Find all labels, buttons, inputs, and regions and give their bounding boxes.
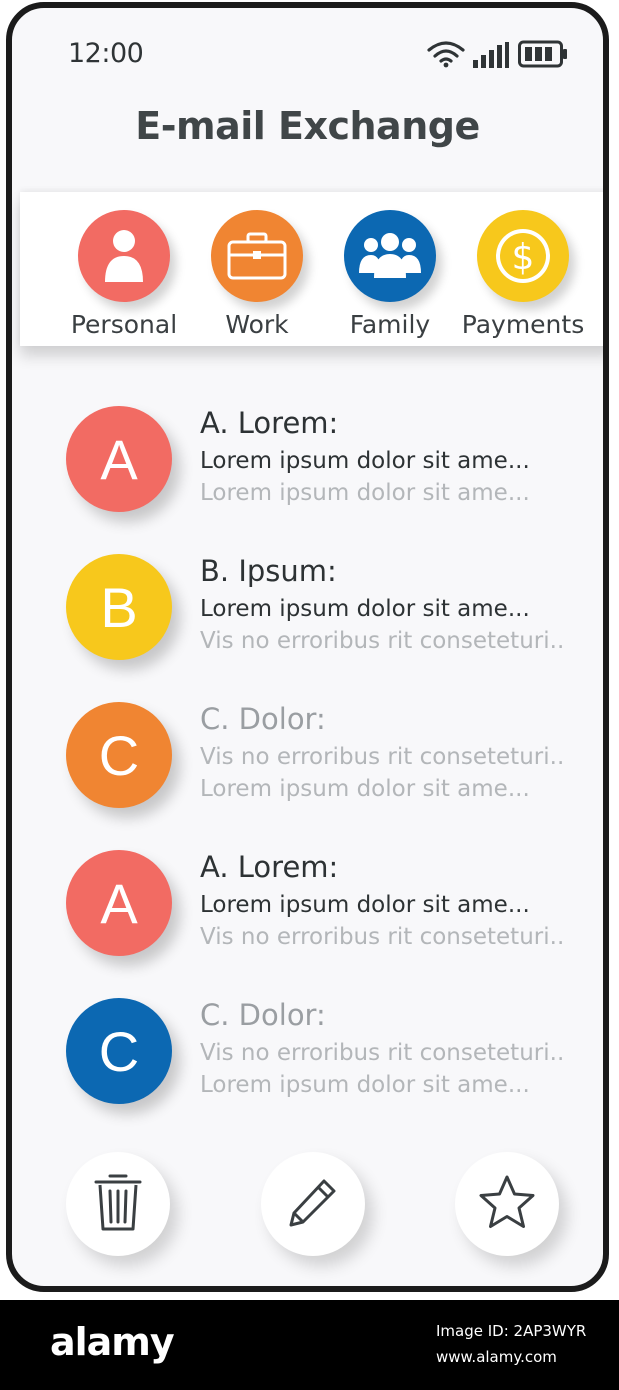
category-label: Payments (461, 310, 585, 339)
favorite-button[interactable] (455, 1152, 559, 1256)
category-label: Personal (70, 310, 178, 339)
email-item[interactable]: C C. Dolor: Vis no erroribus rit consete… (12, 990, 603, 1110)
status-time: 12:00 (68, 38, 144, 69)
category-label: Family (349, 310, 431, 339)
email-item[interactable]: A A. Lorem: Lorem ipsum dolor sit ame...… (12, 842, 603, 962)
watermark-brand: alamy (50, 1320, 175, 1364)
phone-frame: 12:00 E-mail Exchange Personal Work Fami… (6, 2, 609, 1292)
email-preview-line: Lorem ipsum dolor sit ame... (200, 892, 530, 918)
email-sender: C. Dolor: (200, 998, 326, 1032)
trash-icon (93, 1171, 143, 1237)
email-preview-line: Lorem ipsum dolor sit ame... (200, 448, 530, 474)
category-personal[interactable]: Personal (54, 210, 194, 339)
email-sender: B. Ipsum: (200, 554, 337, 588)
category-payments[interactable]: $ Payments (453, 210, 593, 339)
compose-button[interactable] (261, 1152, 365, 1256)
star-icon (478, 1174, 536, 1234)
status-bar: 12:00 (12, 8, 603, 98)
watermark-banner: alamy Image ID: 2AP3WYR www.alamy.com (0, 1300, 619, 1390)
person-icon (78, 210, 170, 302)
email-preview-line: Lorem ipsum dolor sit ame... (200, 776, 530, 802)
email-sender: A. Lorem: (200, 406, 339, 440)
avatar: A (66, 406, 172, 512)
email-item[interactable]: B B. Ipsum: Lorem ipsum dolor sit ame...… (12, 546, 603, 666)
email-preview-line: Vis no erroribus rit conseteturi... (200, 628, 566, 654)
battery-icon (518, 40, 568, 72)
dollar-coin-icon: $ (477, 210, 569, 302)
email-item[interactable]: A A. Lorem: Lorem ipsum dolor sit ame...… (12, 398, 603, 518)
category-label: Work (225, 310, 289, 339)
email-preview-line: Vis no erroribus rit conseteturi... (200, 1040, 566, 1066)
wifi-icon (426, 40, 466, 72)
email-item[interactable]: C C. Dolor: Vis no erroribus rit consete… (12, 694, 603, 814)
signal-icon (472, 42, 510, 72)
delete-button[interactable] (66, 1152, 170, 1256)
avatar: A (66, 850, 172, 956)
svg-text:$: $ (512, 237, 535, 278)
avatar: C (66, 998, 172, 1104)
email-preview-line: Lorem ipsum dolor sit ame... (200, 480, 530, 506)
watermark-url: www.alamy.com (436, 1348, 557, 1366)
category-work[interactable]: Work (187, 210, 327, 339)
avatar: B (66, 554, 172, 660)
email-sender: C. Dolor: (200, 702, 326, 736)
category-bar: Personal Work Family $ Payments (20, 192, 603, 346)
watermark-image-id: Image ID: 2AP3WYR (436, 1322, 587, 1340)
email-preview-line: Vis no erroribus rit conseteturi... (200, 744, 566, 770)
email-sender: A. Lorem: (200, 850, 339, 884)
email-preview-line: Lorem ipsum dolor sit ame... (200, 1072, 530, 1098)
briefcase-icon (211, 210, 303, 302)
app-title: E-mail Exchange (135, 104, 480, 148)
avatar: C (66, 702, 172, 808)
email-preview-line: Vis no erroribus rit conseteturi... (200, 924, 566, 950)
category-family[interactable]: Family (320, 210, 460, 339)
pencil-icon (286, 1175, 340, 1233)
people-icon (344, 210, 436, 302)
email-preview-line: Lorem ipsum dolor sit ame... (200, 596, 530, 622)
